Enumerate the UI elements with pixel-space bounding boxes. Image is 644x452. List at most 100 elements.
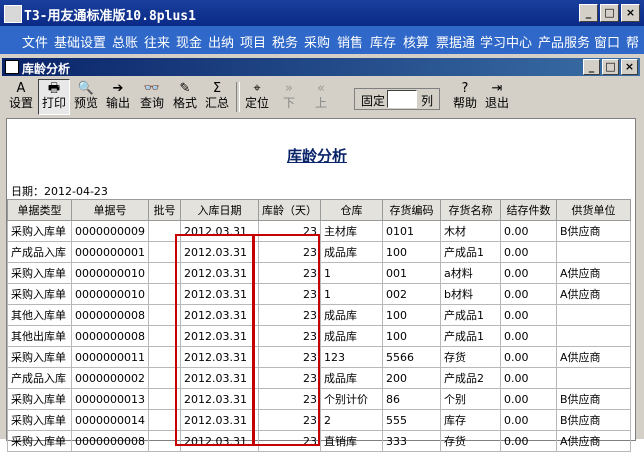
cell-balance-qty[interactable]: 0.00	[500, 346, 557, 368]
cell-supplier[interactable]: A供应商	[556, 283, 631, 305]
col-warehouse[interactable]: 仓库	[320, 199, 383, 221]
cell-item-name[interactable]: 库存	[440, 409, 501, 431]
cell-balance-qty[interactable]: 0.00	[500, 409, 557, 431]
fixed-columns-input[interactable]	[387, 90, 417, 108]
cell-in-date[interactable]: 2012.03.31	[180, 262, 259, 284]
child-maximize-button[interactable]: □	[602, 59, 619, 75]
table-row[interactable]: 采购入库单 0000000010 2012.03.31 23 1 002 b材料 0.00 A供…	[7, 283, 631, 305]
cell-batch[interactable]	[148, 409, 181, 431]
close-button[interactable]: ×	[621, 4, 640, 22]
cell-age-days[interactable]: 23	[258, 346, 321, 368]
cell-in-date[interactable]: 2012.03.31	[180, 346, 259, 368]
cell-item-name[interactable]: 木材	[440, 220, 501, 242]
cell-doc-type[interactable]: 采购入库单	[7, 220, 72, 242]
cell-supplier[interactable]	[556, 367, 631, 389]
table-row[interactable]: 产成品入库 0000000002 2012.03.31 23 成品库 200 产成品2 0.0…	[7, 367, 631, 389]
cell-doc-type[interactable]: 采购入库单	[7, 409, 72, 431]
cell-age-days[interactable]: 23	[258, 409, 321, 431]
cell-item-code[interactable]: 001	[382, 262, 441, 284]
cell-doc-no[interactable]: 0000000011	[71, 346, 149, 368]
table-row[interactable]: 采购入库单 0000000010 2012.03.31 23 1 001 a材料 0.00 A供…	[7, 262, 631, 284]
cell-in-date[interactable]: 2012.03.31	[180, 241, 259, 263]
cell-doc-no[interactable]: 0000000008	[71, 325, 149, 347]
previous-button[interactable]: «上	[306, 80, 336, 114]
cell-batch[interactable]	[148, 262, 181, 284]
cell-item-name[interactable]: 产成品1	[440, 304, 501, 326]
menu-window[interactable]: 窗口	[594, 32, 620, 51]
cell-warehouse[interactable]: 直销库	[320, 430, 383, 452]
cell-age-days[interactable]: 23	[258, 220, 321, 242]
cell-in-date[interactable]: 2012.03.31	[180, 283, 259, 305]
menu-ar-ap[interactable]: 往来	[144, 32, 170, 51]
col-item-code[interactable]: 存货编码	[382, 199, 441, 221]
cell-item-code[interactable]: 100	[382, 241, 441, 263]
child-minimize-button[interactable]: _	[583, 59, 600, 75]
menu-tax[interactable]: 税务	[272, 32, 298, 51]
preview-button[interactable]: 🔍 预览	[71, 80, 101, 114]
menu-file[interactable]: 文件	[22, 32, 48, 51]
cell-supplier[interactable]: A供应商	[556, 430, 631, 452]
col-age-days[interactable]: 库龄（天）	[258, 199, 321, 221]
cell-doc-no[interactable]: 0000000010	[71, 262, 149, 284]
cell-age-days[interactable]: 23	[258, 367, 321, 389]
cell-doc-type[interactable]: 产成品入库	[7, 367, 72, 389]
minimize-button[interactable]: _	[579, 4, 598, 22]
table-row[interactable]: 采购入库单 0000000009 2012.03.31 23 主材库 0101 木材 0.00…	[7, 220, 631, 242]
table-row[interactable]: 采购入库单 0000000008 2012.03.31 23 直销库 333 存货 0.00 A…	[7, 430, 631, 452]
cell-age-days[interactable]: 23	[258, 304, 321, 326]
cell-warehouse[interactable]: 123	[320, 346, 383, 368]
cell-doc-type[interactable]: 采购入库单	[7, 346, 72, 368]
cell-balance-qty[interactable]: 0.00	[500, 304, 557, 326]
cell-batch[interactable]	[148, 346, 181, 368]
cell-balance-qty[interactable]: 0.00	[500, 388, 557, 410]
cell-doc-type[interactable]: 采购入库单	[7, 388, 72, 410]
next-button[interactable]: » 下	[274, 80, 304, 114]
col-batch[interactable]: 批号	[148, 199, 181, 221]
col-doc-no[interactable]: 单据号	[71, 199, 149, 221]
col-supplier[interactable]: 供货单位	[556, 199, 631, 221]
menu-accounting[interactable]: 核算	[403, 32, 429, 51]
cell-doc-no[interactable]: 0000000013	[71, 388, 149, 410]
cell-age-days[interactable]: 23	[258, 430, 321, 452]
menu-cash[interactable]: 现金	[176, 32, 202, 51]
menu-inventory[interactable]: 库存	[370, 32, 396, 51]
cell-doc-no[interactable]: 0000000001	[71, 241, 149, 263]
menu-product-service[interactable]: 产品服务	[538, 32, 590, 51]
cell-doc-no[interactable]: 0000000008	[71, 304, 149, 326]
cell-supplier[interactable]: A供应商	[556, 346, 631, 368]
menu-project[interactable]: 项目	[240, 32, 266, 51]
cell-doc-type[interactable]: 采购入库单	[7, 262, 72, 284]
cell-in-date[interactable]: 2012.03.31	[180, 325, 259, 347]
col-in-date[interactable]: 入库日期	[180, 199, 259, 221]
menu-sales[interactable]: 销售	[337, 32, 363, 51]
table-row[interactable]: 采购入库单 0000000014 2012.03.31 23 2 555 库存 0.00 B供应…	[7, 409, 631, 431]
cell-batch[interactable]	[148, 325, 181, 347]
cell-item-code[interactable]: 100	[382, 304, 441, 326]
cell-warehouse[interactable]: 成品库	[320, 325, 383, 347]
cell-doc-type[interactable]: 采购入库单	[7, 430, 72, 452]
cell-doc-no[interactable]: 0000000002	[71, 367, 149, 389]
cell-doc-no[interactable]: 0000000008	[71, 430, 149, 452]
exit-button[interactable]: ⇥ 退出	[482, 80, 512, 114]
cell-in-date[interactable]: 2012.03.31	[180, 304, 259, 326]
cell-warehouse[interactable]: 成品库	[320, 304, 383, 326]
summary-button[interactable]: Σ 汇总	[202, 80, 232, 114]
col-doc-type[interactable]: 单据类型	[7, 199, 72, 221]
cell-batch[interactable]	[148, 304, 181, 326]
query-button[interactable]: 👓 查询	[137, 80, 167, 114]
cell-warehouse[interactable]: 成品库	[320, 241, 383, 263]
cell-doc-no[interactable]: 0000000009	[71, 220, 149, 242]
cell-supplier[interactable]	[556, 304, 631, 326]
cell-in-date[interactable]: 2012.03.31	[180, 409, 259, 431]
cell-supplier[interactable]: B供应商	[556, 220, 631, 242]
cell-item-code[interactable]: 333	[382, 430, 441, 452]
cell-supplier[interactable]: A供应商	[556, 262, 631, 284]
cell-item-name[interactable]: 产成品1	[440, 325, 501, 347]
child-close-button[interactable]: ×	[621, 59, 638, 75]
cell-warehouse[interactable]: 主材库	[320, 220, 383, 242]
cell-age-days[interactable]: 23	[258, 241, 321, 263]
cell-batch[interactable]	[148, 241, 181, 263]
cell-batch[interactable]	[148, 220, 181, 242]
col-item-name[interactable]: 存货名称	[440, 199, 501, 221]
settings-button[interactable]: A 设置	[6, 80, 36, 114]
